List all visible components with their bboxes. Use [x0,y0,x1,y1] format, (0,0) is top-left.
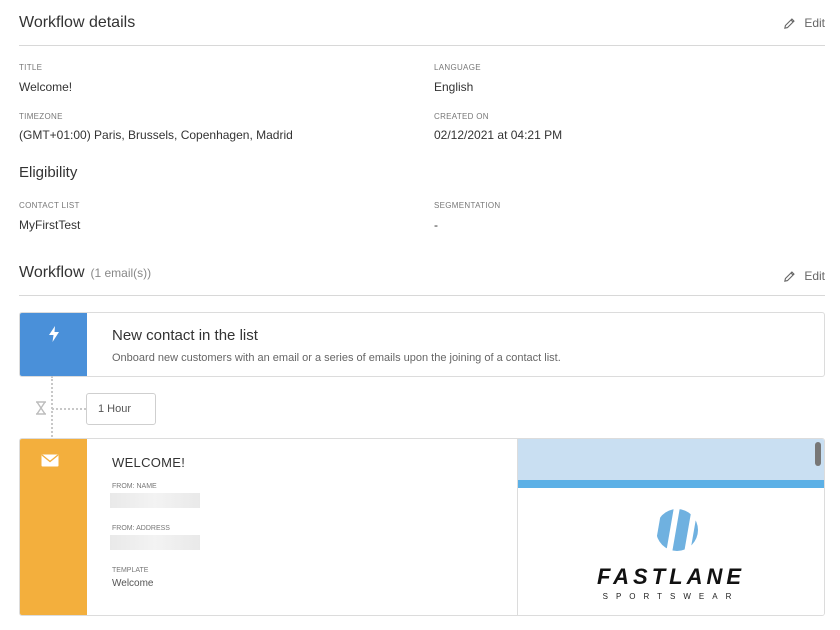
contact-list-label: CONTACT LIST [19,201,80,210]
timezone-label: TIMEZONE [19,112,63,121]
delay-connector [52,408,86,410]
pencil-icon [784,270,796,282]
connector-line [51,376,53,437]
lightning-icon [49,326,59,342]
email-strip [20,439,87,615]
from-name-redacted [110,493,200,508]
preview-header-band [518,439,824,480]
email-count: (1 email(s)) [90,266,152,280]
email-title: WELCOME! [112,455,186,470]
trigger-strip [20,313,87,376]
workflow-details-title: Workflow details [19,14,136,31]
title-value: Welcome! [19,80,73,94]
language-value: English [434,80,474,94]
title-label: TITLE [19,63,43,72]
preview-scrollbar[interactable] [815,442,821,466]
created-on-value: 02/12/2021 at 04:21 PM [434,128,563,142]
trigger-title: New contact in the list [112,327,258,344]
segmentation-label: SEGMENTATION [434,201,501,210]
timezone-value: (GMT+01:00) Paris, Brussels, Copenhagen,… [19,128,293,142]
workflow-edit-label: Edit [804,269,825,283]
details-edit-button[interactable]: Edit [783,16,825,30]
hourglass-icon [35,401,47,415]
template-value: Welcome [112,578,154,589]
contact-list-value: MyFirstTest [19,218,81,232]
trigger-card[interactable]: New contact in the list Onboard new cust… [19,312,825,377]
pencil-icon [784,17,796,29]
workflow-title: Workflow (1 email(s)) [19,264,151,282]
workflow-details-header: Workflow details Edit [19,14,825,46]
language-label: LANGUAGE [434,63,481,72]
segmentation-value: - [434,218,438,232]
workflow-title-text: Workflow [19,264,85,281]
workflow-header: Workflow (1 email(s)) Edit [19,264,825,296]
delay-box[interactable]: 1 Hour [86,393,156,425]
workflow-edit-button[interactable]: Edit [783,269,825,283]
from-address-label: FROM: ADDRESS [112,525,170,532]
from-name-label: FROM: NAME [112,483,157,490]
created-on-label: CREATED ON [434,112,489,121]
preview-accent-bar [518,480,824,488]
details-edit-label: Edit [804,16,825,30]
template-label: TEMPLATE [112,567,149,574]
eligibility-title: Eligibility [19,164,78,181]
brand-tagline: SPORTSWEAR [602,592,740,601]
fastlane-logo-icon [656,509,698,551]
trigger-description: Onboard new customers with an email or a… [112,352,561,364]
envelope-icon [41,454,59,467]
from-address-redacted [110,535,200,550]
email-card[interactable]: WELCOME! FROM: NAME FROM: ADDRESS TEMPLA… [19,438,825,616]
email-preview[interactable]: FASTLANE SPORTSWEAR [517,439,824,615]
brand-name: FASTLANE [596,564,746,589]
